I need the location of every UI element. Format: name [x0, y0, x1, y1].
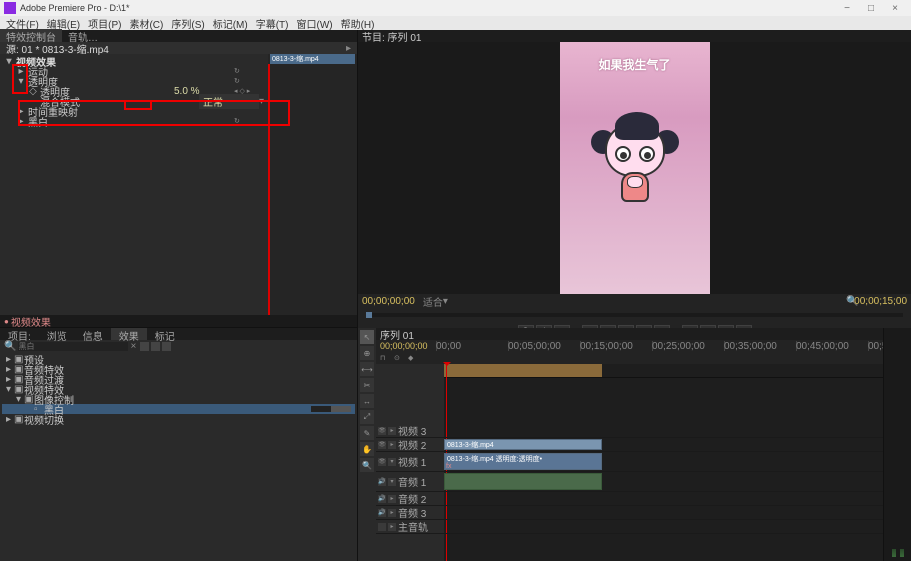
- timeline-ruler[interactable]: 00;00 00;05;00;00 00;15;00;00 00;25;00;0…: [436, 341, 879, 351]
- window-title: Adobe Premiere Pro - D:\1*: [20, 3, 835, 13]
- track-a3[interactable]: [444, 506, 883, 520]
- audio-meters: [883, 328, 911, 561]
- menu-marker[interactable]: 标记(M): [209, 16, 252, 30]
- track-header-master[interactable]: ▸主音轨: [376, 520, 444, 534]
- tab-project[interactable]: 项目:: [0, 328, 39, 340]
- tool-ripple[interactable]: ⟷: [360, 362, 374, 376]
- program-timecode-right: 00;00;15;00: [854, 296, 907, 307]
- effects-panel: 项目: 浏览 信息 效果 标记 🔍 × ▸▣预设 ▸▣音频特效 ▸▣音频过渡: [0, 328, 357, 561]
- clip-a1[interactable]: [444, 473, 602, 490]
- video-character: [605, 122, 665, 177]
- video-frame: 如果我生气了: [560, 42, 710, 294]
- tab-markers[interactable]: 标记: [147, 328, 183, 340]
- app-logo-icon: [4, 2, 16, 14]
- track-header-a3[interactable]: 🔊▸音频 3: [376, 506, 444, 520]
- tool-track-select[interactable]: ⊕: [360, 346, 374, 360]
- tool-slip[interactable]: ↔: [360, 394, 374, 408]
- fx-badge-icon: fx: [446, 463, 451, 470]
- tool-slide[interactable]: ⤢: [360, 410, 374, 424]
- effects-search-input[interactable]: [18, 342, 128, 351]
- track-v3[interactable]: [444, 424, 883, 438]
- track-header-v1[interactable]: 👁▾视频 1: [376, 452, 444, 472]
- clip-v1[interactable]: 0813-3-缩.mp4 透明度:透明度•: [444, 453, 602, 470]
- track-a1[interactable]: [444, 472, 883, 492]
- program-monitor: 节目: 序列 01 如果我生气了: [358, 30, 911, 328]
- fx-footer-tab[interactable]: ● 视频效果: [0, 315, 357, 327]
- track-master[interactable]: [444, 520, 883, 534]
- fx-preset-badge: [311, 406, 351, 412]
- tool-palette: ↖ ⊕ ⟷ ✂ ↔ ⤢ ✎ ✋ 🔍: [358, 328, 376, 561]
- tab-effects[interactable]: 效果: [111, 328, 147, 340]
- fx-keyframe-timeline[interactable]: 0813-3-缩.mp4: [268, 54, 357, 315]
- program-timecode-left[interactable]: 00;00;00;00: [362, 296, 415, 307]
- fx-filter-icon-2[interactable]: [151, 342, 160, 351]
- menubar: 文件(F) 编辑(E) 项目(P) 素材(C) 序列(S) 标记(M) 字幕(T…: [0, 16, 911, 30]
- tool-razor[interactable]: ✂: [360, 378, 374, 392]
- close-button[interactable]: ×: [883, 3, 907, 14]
- tool-pen[interactable]: ✎: [360, 426, 374, 440]
- fx-snap-icon[interactable]: ▸: [346, 43, 351, 54]
- menu-clip[interactable]: 素材(C): [125, 16, 167, 30]
- tree-video-trans[interactable]: ▸▣视频切换: [2, 414, 355, 424]
- track-v2[interactable]: 0813-3-缩.mp4: [444, 438, 883, 452]
- tool-selection[interactable]: ↖: [360, 330, 374, 344]
- fx-playhead[interactable]: [268, 64, 270, 315]
- track-header-v3[interactable]: 👁▸视频 3: [376, 424, 444, 438]
- tab-info[interactable]: 信息: [75, 328, 111, 340]
- zoom-icon[interactable]: 🔍: [846, 296, 854, 307]
- tl-marker-icon[interactable]: ◆: [408, 354, 418, 362]
- menu-title[interactable]: 字幕(T): [252, 16, 293, 30]
- track-a2[interactable]: [444, 492, 883, 506]
- track-header-a1[interactable]: 🔊▾音频 1: [376, 472, 444, 492]
- tool-zoom[interactable]: 🔍: [360, 458, 374, 472]
- track-header-a2[interactable]: 🔊▸音频 2: [376, 492, 444, 506]
- menu-sequence[interactable]: 序列(S): [167, 16, 208, 30]
- search-clear-icon[interactable]: ×: [130, 341, 136, 352]
- track-header-v2[interactable]: 👁▸视频 2: [376, 438, 444, 452]
- tab-media-browser[interactable]: 浏览: [39, 328, 75, 340]
- program-scrub-bar[interactable]: [366, 313, 903, 317]
- video-caption: 如果我生气了: [560, 56, 710, 73]
- minimize-button[interactable]: −: [835, 3, 859, 14]
- fx-filter-icon-3[interactable]: [162, 342, 171, 351]
- program-fit-dropdown[interactable]: 适合: [423, 294, 443, 309]
- tl-sync-icon[interactable]: ⊙: [394, 354, 404, 362]
- effect-controls-panel: 特效控制台 音轨… 源: 01 * 0813-3-缩.mp4 ▸ ▾视频效果 ▸…: [0, 30, 357, 328]
- clip-v2[interactable]: 0813-3-缩.mp4: [444, 439, 602, 450]
- timeline-panel: ↖ ⊕ ⟷ ✂ ↔ ⤢ ✎ ✋ 🔍 序列 01 00;00;00;00 00;0…: [358, 328, 911, 561]
- timeline-timecode[interactable]: 00;00;00;00: [380, 341, 436, 351]
- fx-blank[interactable]: ▸黑白↻: [0, 116, 268, 126]
- fx-filter-icon-1[interactable]: [140, 342, 149, 351]
- tool-hand[interactable]: ✋: [360, 442, 374, 456]
- fx-timeline-clip: 0813-3-缩.mp4: [270, 54, 355, 64]
- tl-snap-icon[interactable]: ⊓: [380, 354, 390, 362]
- program-viewport[interactable]: 如果我生气了: [358, 42, 911, 294]
- search-icon: 🔍: [4, 341, 16, 352]
- maximize-button[interactable]: □: [859, 3, 883, 14]
- titlebar: Adobe Premiere Pro - D:\1* − □ ×: [0, 0, 911, 16]
- track-v1[interactable]: 0813-3-缩.mp4 透明度:透明度• fx: [444, 452, 883, 472]
- menu-window[interactable]: 窗口(W): [292, 16, 336, 30]
